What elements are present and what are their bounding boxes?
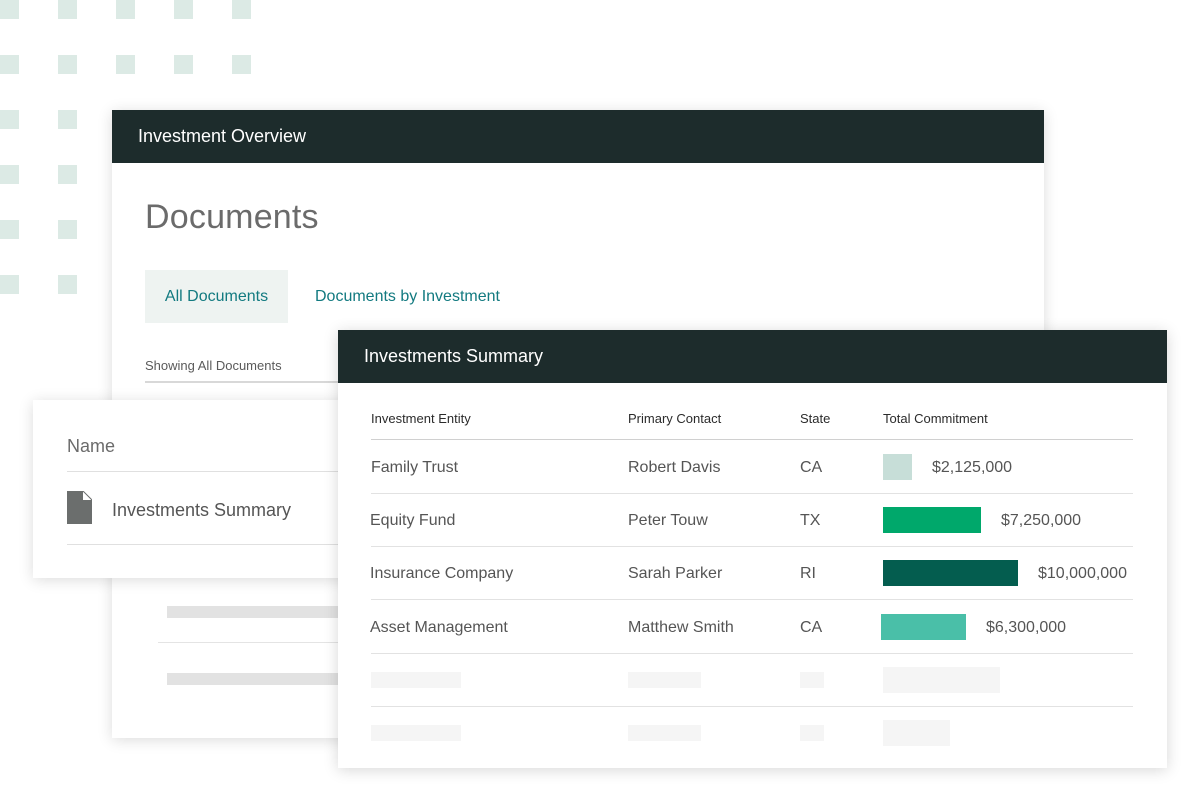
investments-summary-panel: Investments Summary Investment Entity Pr… bbox=[338, 330, 1167, 768]
table-cell-contact: Matthew Smith bbox=[628, 619, 734, 636]
placeholder-cell bbox=[628, 725, 701, 741]
divider bbox=[67, 471, 373, 472]
table-cell-commitment: $2,125,000 bbox=[932, 459, 1013, 476]
table-row-divider bbox=[371, 706, 1133, 707]
document-link[interactable]: Investments Summary bbox=[112, 500, 291, 521]
tab-all-documents[interactable]: All Documents bbox=[145, 270, 288, 323]
column-header-primary-contact[interactable]: Primary Contact bbox=[628, 411, 721, 426]
dot bbox=[232, 0, 251, 19]
table-row-divider bbox=[371, 653, 1133, 654]
table-cell-state: RI bbox=[800, 565, 816, 582]
commitment-bar bbox=[883, 507, 981, 533]
table-cell-commitment: $6,300,000 bbox=[986, 619, 1067, 636]
dot bbox=[0, 110, 19, 129]
dot bbox=[116, 0, 135, 19]
dot bbox=[58, 220, 77, 239]
dot bbox=[0, 0, 19, 19]
dot bbox=[116, 55, 135, 74]
table-cell-state: CA bbox=[800, 619, 823, 636]
placeholder-cell bbox=[371, 672, 461, 688]
dot bbox=[58, 110, 77, 129]
commitment-bar bbox=[883, 454, 912, 480]
placeholder-row bbox=[167, 673, 347, 685]
dot bbox=[0, 165, 19, 184]
table-cell-entity[interactable]: Family Trust bbox=[371, 459, 458, 477]
showing-filter-label: Showing All Documents bbox=[145, 358, 282, 373]
page-title: Documents bbox=[145, 198, 319, 236]
table-cell-contact: Peter Touw bbox=[628, 512, 708, 529]
table-cell-contact: Robert Davis bbox=[628, 459, 721, 476]
placeholder-cell bbox=[800, 725, 824, 741]
placeholder-bar bbox=[883, 667, 1000, 693]
placeholder-cell bbox=[800, 672, 824, 688]
filter-underline bbox=[145, 381, 345, 383]
overview-header: Investment Overview bbox=[112, 110, 1044, 163]
dot bbox=[174, 0, 193, 19]
table-cell-state: TX bbox=[800, 512, 821, 529]
dot bbox=[0, 275, 19, 294]
placeholder-cell bbox=[628, 672, 701, 688]
dot bbox=[58, 165, 77, 184]
column-header-total-commitment[interactable]: Total Commitment bbox=[883, 411, 988, 426]
dot bbox=[58, 55, 77, 74]
summary-header-title: Investments Summary bbox=[364, 346, 544, 366]
table-cell-entity[interactable]: Equity Fund bbox=[370, 512, 455, 530]
table-row-divider bbox=[371, 599, 1133, 600]
placeholder-bar bbox=[883, 720, 950, 746]
file-icon bbox=[67, 491, 92, 524]
table-cell-contact: Sarah Parker bbox=[628, 565, 723, 582]
column-header-investment-entity[interactable]: Investment Entity bbox=[371, 411, 471, 426]
table-cell-commitment: $7,250,000 bbox=[1001, 512, 1082, 529]
dot bbox=[232, 55, 251, 74]
divider bbox=[158, 642, 348, 643]
dot bbox=[0, 55, 19, 74]
dot bbox=[174, 55, 193, 74]
divider bbox=[67, 544, 373, 545]
dot bbox=[58, 275, 77, 294]
name-column-header: Name bbox=[67, 436, 116, 456]
placeholder-cell bbox=[371, 725, 461, 741]
table-cell-entity[interactable]: Asset Management bbox=[370, 619, 508, 637]
dot bbox=[58, 0, 77, 19]
dot bbox=[0, 220, 19, 239]
summary-header: Investments Summary bbox=[338, 330, 1167, 383]
table-cell-commitment: $10,000,000 bbox=[1038, 565, 1127, 582]
commitment-bar bbox=[883, 560, 1018, 586]
tab-documents-by-investment[interactable]: Documents by Investment bbox=[315, 270, 500, 323]
placeholder-row bbox=[167, 606, 347, 618]
column-header-state[interactable]: State bbox=[800, 411, 830, 426]
table-row-divider bbox=[371, 493, 1133, 494]
commitment-bar bbox=[881, 614, 966, 640]
table-header-divider bbox=[371, 439, 1133, 440]
overview-header-title: Investment Overview bbox=[138, 126, 307, 146]
table-row-divider bbox=[371, 546, 1133, 547]
table-cell-state: CA bbox=[800, 459, 823, 476]
documents-list-card: Name Investments Summary bbox=[33, 400, 373, 578]
table-cell-entity[interactable]: Insurance Company bbox=[370, 565, 513, 583]
